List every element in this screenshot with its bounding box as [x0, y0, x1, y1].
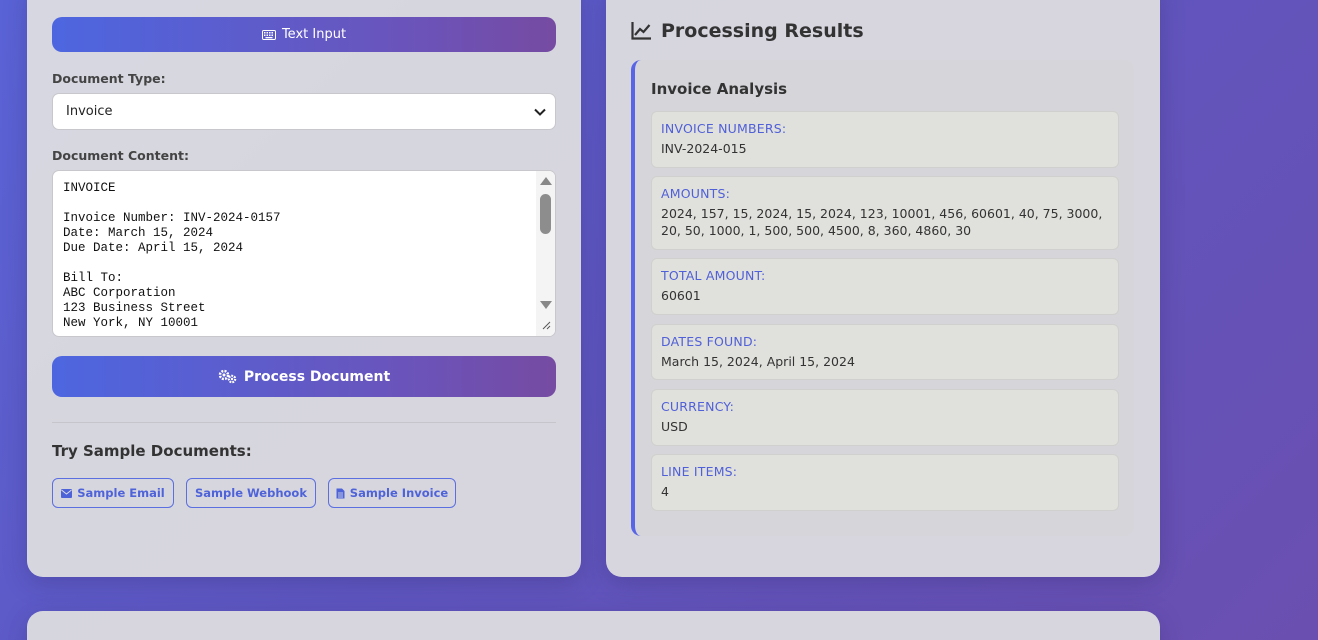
document-content-text: INVOICE Invoice Number: INV-2024-0157 Da… [63, 181, 281, 330]
gears-icon [218, 369, 237, 384]
line-items-field: LINE ITEMS: 4 [651, 454, 1119, 511]
field-value: 60601 [661, 288, 701, 303]
results-panel: Processing Results Invoice Analysis INVO… [606, 0, 1160, 577]
text-input-tab[interactable]: Text Input [52, 17, 556, 52]
sample-webhook-button[interactable]: Sample Webhook [186, 478, 316, 508]
document-content-textarea[interactable]: INVOICE Invoice Number: INV-2024-0157 Da… [52, 170, 556, 337]
field-value: 4 [661, 484, 669, 499]
sample-email-button[interactable]: Sample Email [52, 478, 174, 508]
keyboard-icon [261, 29, 276, 40]
document-type-label: Document Type: [52, 71, 166, 86]
sample-email-label: Sample Email [77, 486, 165, 500]
amounts-field: AMOUNTS: 2024, 157, 15, 2024, 15, 2024, … [651, 176, 1119, 250]
results-heading: Processing Results [631, 20, 864, 42]
invoice-analysis-card: Invoice Analysis INVOICE NUMBERS: INV-20… [631, 60, 1134, 536]
document-content-label: Document Content: [52, 148, 189, 163]
scroll-down-arrow-icon[interactable] [540, 301, 552, 309]
textarea-scrollbar[interactable] [536, 171, 555, 336]
results-title-text: Processing Results [661, 20, 864, 42]
scrollbar-thumb[interactable] [540, 194, 551, 234]
sample-invoice-label: Sample Invoice [349, 486, 449, 500]
process-document-button[interactable]: Process Document [52, 356, 556, 397]
section-divider [52, 422, 556, 423]
analysis-title: Invoice Analysis [651, 80, 788, 98]
currency-field: CURRENCY: USD [651, 389, 1119, 446]
field-value: 2024, 157, 15, 2024, 15, 2024, 123, 1000… [661, 206, 1103, 238]
chevron-down-icon [534, 108, 546, 116]
bottom-panel [27, 611, 1160, 640]
invoice-numbers-field: INVOICE NUMBERS: INV-2024-015 [651, 111, 1119, 168]
document-type-select[interactable]: Invoice [52, 93, 556, 130]
resize-grip-icon[interactable] [539, 320, 553, 334]
sample-invoice-button[interactable]: Sample Invoice [328, 478, 456, 508]
field-label: INVOICE NUMBERS: [661, 121, 787, 136]
sample-webhook-label: Sample Webhook [195, 486, 307, 500]
field-value: USD [661, 419, 688, 434]
field-label: AMOUNTS: [661, 186, 731, 201]
document-type-value: Invoice [66, 104, 113, 119]
dates-found-field: DATES FOUND: March 15, 2024, April 15, 2… [651, 324, 1119, 380]
scroll-up-arrow-icon[interactable] [540, 177, 552, 185]
field-label: CURRENCY: [661, 399, 734, 414]
envelope-icon [61, 488, 73, 498]
input-panel: Text Input Document Type: Invoice Docume… [27, 0, 581, 577]
field-label: TOTAL AMOUNT: [661, 268, 766, 283]
field-value: March 15, 2024, April 15, 2024 [661, 354, 855, 369]
total-amount-field: TOTAL AMOUNT: 60601 [651, 258, 1119, 315]
line-chart-icon [631, 22, 651, 40]
field-label: DATES FOUND: [661, 334, 758, 349]
process-document-label: Process Document [243, 368, 391, 385]
document-icon [336, 488, 345, 498]
field-value: INV-2024-015 [661, 141, 747, 156]
field-label: LINE ITEMS: [661, 464, 738, 479]
text-input-tab-label: Text Input [281, 27, 347, 42]
samples-title: Try Sample Documents: [52, 442, 252, 460]
